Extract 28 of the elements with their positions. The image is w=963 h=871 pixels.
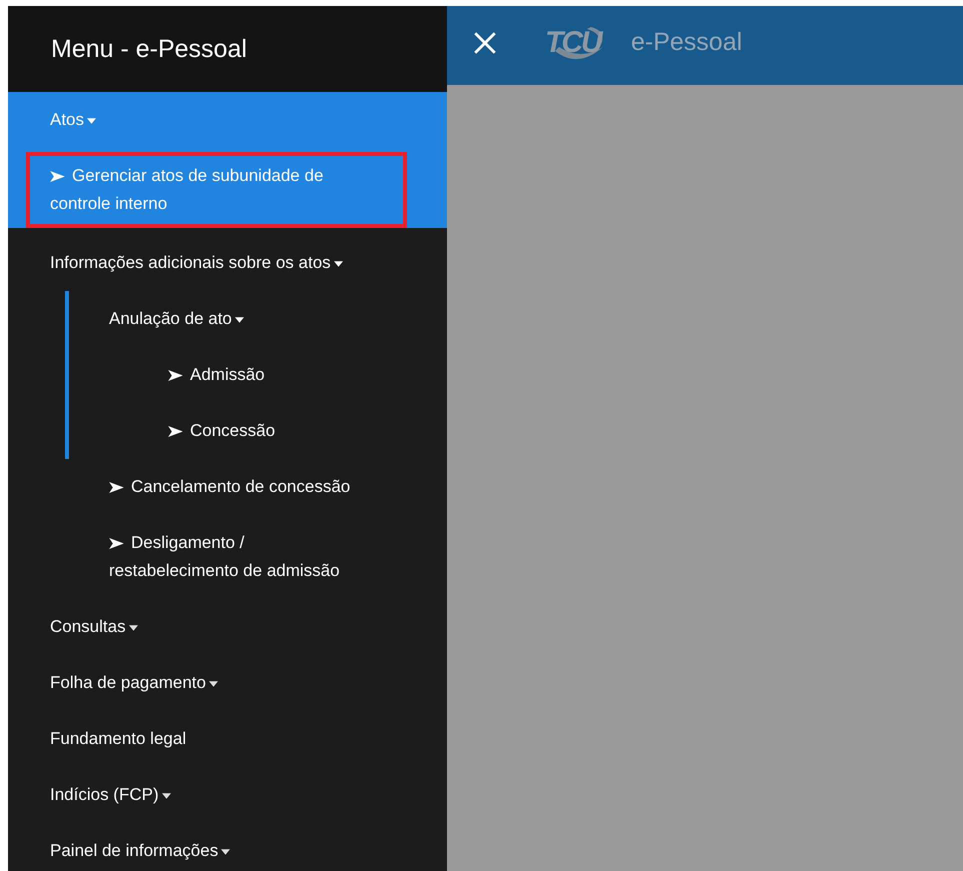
- arrow-icon: [109, 538, 124, 550]
- arrow-icon: [109, 482, 124, 494]
- caret-icon: [87, 118, 96, 124]
- menu-group[interactable]: Painel de informações: [8, 823, 447, 871]
- caret-icon: [162, 792, 171, 799]
- menu-link[interactable]: Concessão: [8, 403, 447, 459]
- arrow-icon: [168, 426, 183, 438]
- app-name: e-Pessoal: [631, 28, 742, 57]
- caret-icon: [334, 260, 343, 267]
- menu-group[interactable]: Indícios (FCP): [8, 767, 447, 823]
- arrow-icon: [50, 171, 65, 182]
- caret-icon: [221, 848, 230, 855]
- caret-icon: [128, 624, 138, 631]
- arrow-icon: [168, 370, 183, 382]
- menu-item[interactable]: Fundamento legal: [8, 711, 447, 767]
- menu-title: Menu - e-Pessoal: [51, 34, 247, 64]
- menu-group[interactable]: Atos: [8, 92, 447, 148]
- menu-link[interactable]: Desligamento / restabelecimento de admissão: [8, 515, 447, 599]
- menu-link[interactable]: Admissão: [8, 347, 447, 403]
- menu-link[interactable]: Gerenciar atos de subunidade de controle interno: [26, 152, 407, 228]
- menu-group[interactable]: Folha de pagamento: [8, 655, 447, 711]
- menu-group[interactable]: Anulação de ato: [8, 291, 447, 347]
- menu-group[interactable]: Consultas: [8, 599, 447, 655]
- caret-icon: [234, 316, 244, 323]
- caret-icon: [208, 680, 218, 687]
- menu-group[interactable]: Informações adicionais sobre os atos: [8, 235, 447, 291]
- logo: TCU: [545, 24, 604, 61]
- menu-link[interactable]: Cancelamento de concessão: [8, 459, 447, 515]
